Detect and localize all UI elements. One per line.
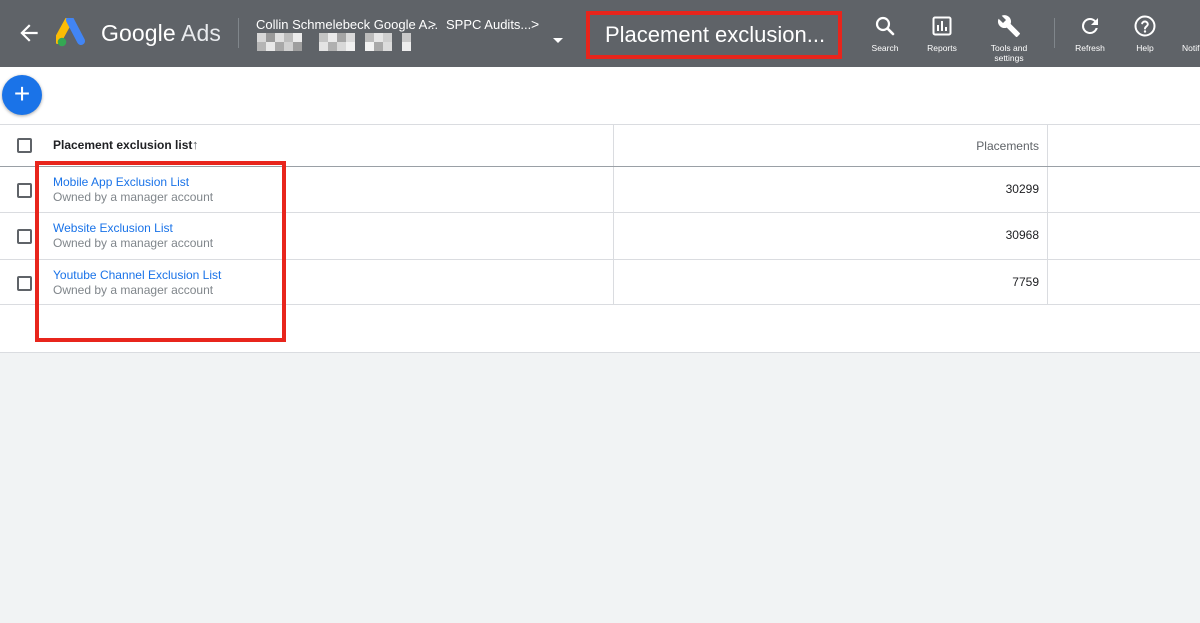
placements-count: 30299 (1005, 182, 1039, 196)
list-owner: Owned by a manager account (53, 190, 214, 204)
refresh-icon (1082, 18, 1098, 34)
table-row: Mobile App Exclusion List Owned by a man… (0, 167, 1200, 213)
back-arrow-icon[interactable] (16, 20, 42, 46)
list-name-link[interactable]: Youtube Channel Exclusion List (53, 268, 221, 282)
account-dropdown-caret-icon[interactable] (553, 38, 563, 43)
list-name-link[interactable]: Website Exclusion List (53, 221, 173, 235)
notifications-button[interactable]: Notifi (1165, 14, 1200, 53)
breadcrumb-account[interactable]: Collin Schmelebeck Google A... (256, 17, 438, 32)
brand-name[interactable]: Google Ads (101, 20, 221, 47)
column-header-name[interactable]: Placement exclusion list (53, 138, 192, 152)
brand-ads: Ads (181, 20, 221, 46)
tools-label-line2: settings (994, 53, 1024, 63)
breadcrumb-chevron: > (428, 16, 437, 32)
placements-count: 30968 (1005, 228, 1039, 242)
add-button[interactable]: + (2, 75, 42, 115)
column-header-placements[interactable]: Placements (976, 139, 1039, 153)
column-divider (1047, 260, 1048, 304)
reports-label: Reports (927, 43, 957, 53)
brand-google: Google (101, 20, 176, 46)
row-checkbox[interactable] (17, 276, 32, 291)
tools-label-line1: Tools and (990, 43, 1028, 53)
column-divider (613, 213, 614, 259)
sort-ascending-icon[interactable]: ↑ (192, 137, 199, 152)
column-divider (1047, 167, 1048, 212)
help-icon (1134, 15, 1156, 37)
placements-count: 7759 (1012, 275, 1039, 289)
page-title-highlight: Placement exclusion... (586, 11, 842, 59)
row-checkbox[interactable] (17, 183, 32, 198)
google-ads-logo[interactable] (56, 18, 94, 50)
divider (238, 18, 239, 48)
bell-icon (1177, 14, 1200, 38)
search-icon (875, 16, 895, 36)
wrench-icon (997, 15, 1020, 37)
list-owner: Owned by a manager account (53, 236, 214, 250)
tools-and-settings-button[interactable]: Tools and settings (974, 14, 1044, 63)
plus-icon: + (13, 78, 31, 109)
top-app-bar: Google Ads Collin Schmelebeck Google A..… (0, 0, 1200, 67)
reports-icon (932, 16, 952, 36)
table-row: Youtube Channel Exclusion List Owned by … (0, 260, 1200, 305)
table-header: Placement exclusion list ↑ Placements (0, 124, 1200, 167)
column-divider (613, 260, 614, 304)
reports-button[interactable]: Reports (907, 14, 977, 53)
list-owner: Owned by a manager account (53, 283, 214, 297)
breadcrumb-chevron: > (531, 16, 540, 32)
table-row: Website Exclusion List Owned by a manage… (0, 213, 1200, 260)
page-title[interactable]: Placement exclusion... (590, 22, 825, 48)
select-all-checkbox[interactable] (17, 138, 32, 153)
column-divider (1047, 213, 1048, 259)
redacted-account-id (257, 33, 419, 51)
notifications-label: Notifi (1182, 43, 1200, 53)
column-divider (613, 125, 614, 166)
column-divider (613, 167, 614, 212)
list-name-link[interactable]: Mobile App Exclusion List (53, 175, 189, 189)
breadcrumb-sub-account[interactable]: SPPC Audits... (446, 17, 531, 32)
row-checkbox[interactable] (17, 229, 32, 244)
column-divider (1047, 125, 1048, 166)
